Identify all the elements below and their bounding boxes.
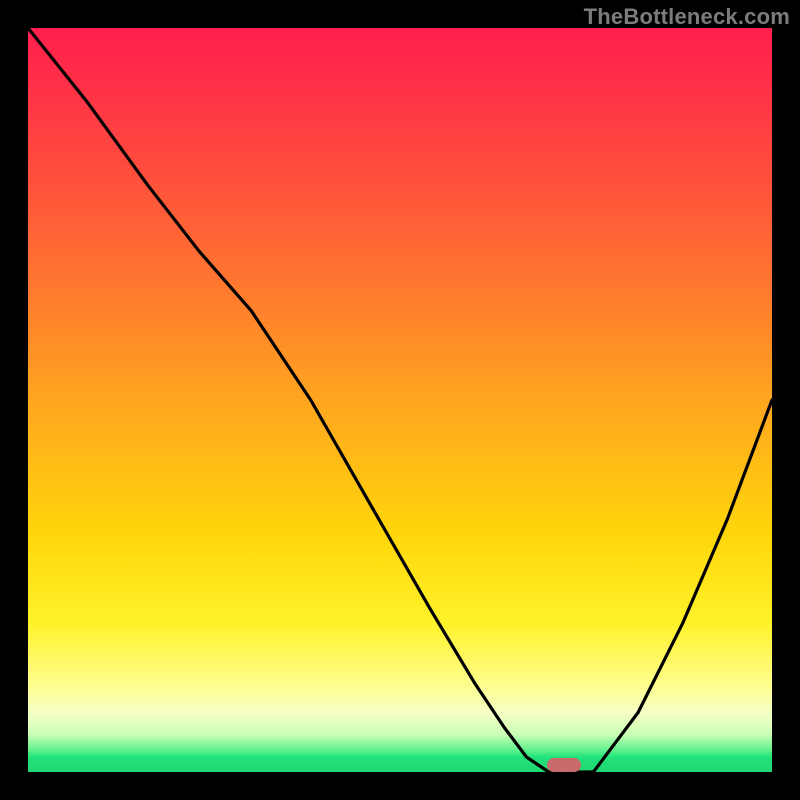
plot-area bbox=[28, 28, 772, 772]
watermark-text: TheBottleneck.com bbox=[584, 4, 790, 30]
optimal-marker bbox=[547, 758, 581, 772]
chart-frame: TheBottleneck.com bbox=[0, 0, 800, 800]
bottleneck-curve bbox=[28, 28, 772, 772]
